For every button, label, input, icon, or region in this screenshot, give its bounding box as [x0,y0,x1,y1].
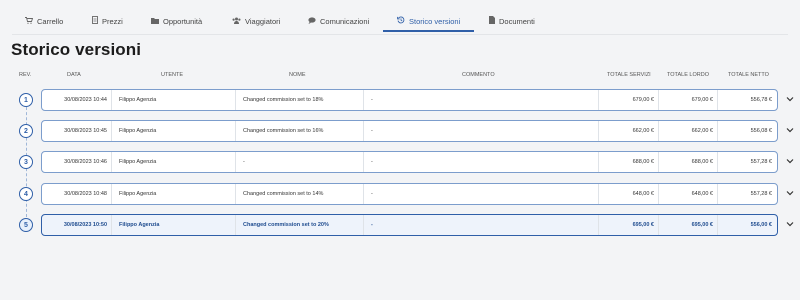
revision-row[interactable]: 30/08/2023 10:44 Filippo Agenzia Changed c… [41,89,778,111]
tab-label: Prezzi [102,16,123,26]
users-icon [232,17,241,26]
revision-row[interactable]: 30/08/2023 10:46 Filippo Agenzia - -688,00 … [41,151,778,173]
page-title: Storico versioni [11,40,142,59]
cell-totale-lordo: 679,00 € [658,90,717,110]
tab-label: Carrello [37,16,64,26]
tab-comunicazioni[interactable]: Comunicazioni [308,8,369,34]
cell-totale-servizi: 695,00 € [598,215,658,235]
revision-row[interactable]: 30/08/2023 10:45 Filippo Agenzia Changed c… [41,120,778,142]
column-header-rev: REV. [19,72,32,78]
cell-commento: - [363,121,598,141]
revision-number-badge: 1 [19,93,33,107]
cell-totale-lordo: 688,00 € [658,152,717,172]
cell-totale-netto: 556,00 € [717,215,776,235]
tab-label: Documenti [499,16,535,26]
cell-totale-netto: 556,08 € [717,121,776,141]
tab-label: Opportunità [163,16,203,26]
cell-nome: Changed commission set to 14% [235,184,363,204]
cart-icon [25,16,34,26]
chevron-down-icon[interactable] [786,96,794,104]
cell-commento: - [363,90,598,110]
tab-documenti[interactable]: Documenti [489,8,535,34]
cell-totale-servizi: 688,00 € [598,152,658,172]
cell-totale-servizi: 679,00 € [598,90,658,110]
history-icon [397,16,405,26]
cell-utente: Filippo Agenzia [111,121,235,141]
cell-data: 30/08/2023 10:48 [64,191,107,197]
cell-utente: Filippo Agenzia [111,184,235,204]
cell-nome: - [235,152,363,172]
chevron-down-icon[interactable] [786,158,794,166]
cell-totale-netto: 557,28 € [717,184,776,204]
column-header-totale-netto: TOTALE NETTO [728,72,769,78]
cell-totale-netto: 556,78 € [717,90,776,110]
tab-carrello[interactable]: Carrello [25,8,63,34]
column-header-totale-servizi: TOTALE SERVIZI [607,72,651,78]
chat-icon [308,16,316,26]
cell-totale-servizi: 662,00 € [598,121,658,141]
cell-utente: Filippo Agenzia [111,215,235,235]
column-header-data: DATA [67,72,81,78]
cell-nome: Changed commission set to 16% [235,121,363,141]
cell-commento: - [363,184,598,204]
chevron-down-icon[interactable] [786,127,794,135]
column-header-totale-lordo: TOTALE LORDO [667,72,709,78]
revision-number-badge: 5 [19,218,33,232]
revision-row[interactable]: 30/08/2023 10:48 Filippo Agenzia Changed c… [41,183,778,205]
chevron-down-icon[interactable] [786,190,794,198]
cell-utente: Filippo Agenzia [111,152,235,172]
cell-totale-lordo: 695,00 € [658,215,717,235]
cell-commento: - [363,152,598,172]
cell-data: 30/08/2023 10:46 [64,159,107,165]
cell-data: 30/08/2023 10:44 [64,97,107,103]
column-header-nome: NOME [289,72,306,78]
cell-nome: Changed commission set to 20% [235,215,363,235]
tab-label: Viaggiatori [245,16,281,26]
cell-utente: Filippo Agenzia [111,90,235,110]
revision-number-badge: 4 [19,187,33,201]
tab-label: Storico versioni [409,16,461,26]
cell-data: 30/08/2023 10:50 [63,222,107,228]
cell-nome: Changed commission set to 18% [235,90,363,110]
receipt-icon [92,16,98,26]
revision-number-badge: 3 [19,155,33,169]
chevron-down-icon[interactable] [786,221,794,229]
tab-label: Comunicazioni [320,16,370,26]
column-header-commento: COMMENTO [462,72,495,78]
tab-prezzi[interactable]: Prezzi [92,8,123,34]
tab-viaggiatori[interactable]: Viaggiatori [232,8,280,34]
cell-data: 30/08/2023 10:45 [64,128,107,134]
document-icon [489,16,495,26]
cell-commento: - [363,215,598,235]
active-tab-indicator [383,30,474,32]
column-header-utente: UTENTE [161,72,183,78]
cell-totale-lordo: 648,00 € [658,184,717,204]
revision-number-badge: 2 [19,124,33,138]
cell-totale-netto: 557,28 € [717,152,776,172]
tab-opportunita[interactable]: Opportunità [151,8,202,34]
cell-totale-lordo: 662,00 € [658,121,717,141]
cell-totale-servizi: 648,00 € [598,184,658,204]
folder-icon [151,17,159,26]
revision-row[interactable]: 30/08/2023 10:50 Filippo Agenzia Changed c… [41,214,778,236]
